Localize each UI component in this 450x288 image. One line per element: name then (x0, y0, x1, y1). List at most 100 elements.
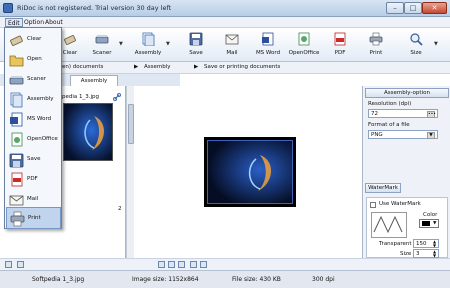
openoffice-icon (11, 132, 23, 147)
options-panel: Assembly-option Resolution (dpi) 72 ••• … (362, 86, 450, 258)
assembly-strip-label: Assembly (144, 64, 171, 70)
menu-bar: Edit Option About (0, 17, 450, 28)
eraser-icon (64, 35, 76, 45)
chevron-down-icon[interactable]: ▼ (166, 41, 170, 47)
assembly-icon (142, 32, 155, 46)
menu-item-save[interactable]: Save (6, 149, 61, 171)
watermark-header[interactable]: WaterMark (365, 183, 401, 193)
title-bar: RiDoc is not registered. Trial version 3… (0, 0, 450, 17)
zoom-in-icon[interactable] (190, 261, 197, 268)
arrow-right-icon: ▶ (134, 64, 139, 70)
printer-icon (369, 32, 383, 46)
first-page-icon[interactable] (5, 261, 12, 268)
bottom-toolbar (0, 258, 450, 270)
menu-item-pdf[interactable]: PDF (6, 169, 61, 191)
assembly-icon (10, 92, 23, 108)
color-picker[interactable]: ▼ (419, 219, 439, 228)
tab-assembly[interactable]: Assembly (70, 75, 118, 86)
status-bar: Softpedia 1_3.jpg Image size: 1152x864 F… (0, 270, 450, 288)
transparent-label: Transparent (379, 241, 412, 247)
thumbnail-page-number: 2 (118, 206, 122, 212)
save-icon (189, 32, 203, 46)
menu-item-scaner[interactable]: Scaner (6, 69, 61, 91)
use-watermark-label: Use WaterMark (379, 201, 421, 207)
size-label: Size (400, 251, 412, 257)
thumbnail-image[interactable] (63, 103, 113, 161)
spin-arrows-icon[interactable]: ▲ ▼ (433, 240, 436, 248)
status-filename: Softpedia 1_3.jpg (32, 276, 85, 283)
magnifier-icon (410, 33, 423, 46)
save-button[interactable]: Save (178, 30, 214, 60)
watermark-preview (371, 212, 407, 238)
minimize-button[interactable]: – (386, 2, 404, 14)
assembly-option-header: Assembly-option (365, 88, 449, 98)
menu-item-openoffice[interactable]: OpenOffice (6, 129, 61, 151)
size-stepper[interactable]: 3 ▲ ▼ (413, 249, 439, 258)
mail-icon (9, 195, 24, 206)
word-icon (10, 112, 23, 127)
eraser-icon (10, 35, 23, 46)
save-icon (9, 153, 24, 168)
ms-word-button[interactable]: MS Word (250, 30, 286, 60)
fit-width-icon[interactable] (168, 261, 175, 268)
resolution-label: Resolution (dpi) (368, 101, 412, 107)
thumbnail-scrollbar[interactable] (126, 86, 134, 258)
view-list-icon[interactable] (17, 261, 24, 268)
pdf-icon (11, 172, 23, 187)
menu-about[interactable]: About (43, 18, 65, 27)
spin-arrows-icon[interactable]: ▲ ▼ (433, 250, 436, 258)
mail-button[interactable]: Mail (214, 30, 250, 60)
scaner-button[interactable]: Scaner ▼ (84, 30, 123, 60)
word-icon (262, 32, 274, 46)
status-dpi: 300 dpi (312, 276, 335, 283)
chevron-down-icon[interactable]: ▼ (119, 41, 123, 47)
menu-item-open[interactable]: Open (6, 49, 61, 71)
scanner-icon (9, 76, 24, 85)
maximize-button[interactable]: □ (404, 2, 422, 14)
actual-size-icon[interactable] (178, 261, 185, 268)
menu-edit[interactable]: Edit (5, 18, 23, 27)
folder-open-icon (9, 55, 24, 67)
pdf-button[interactable]: PDF (322, 30, 358, 60)
section-strip: en) documents ▶ Assembly ▶ Save or print… (62, 62, 450, 74)
menu-item-assembly[interactable]: Assembly (6, 89, 61, 111)
chevron-down-icon[interactable]: ▼ (434, 41, 438, 47)
scanner-icon (95, 35, 109, 44)
more-button[interactable]: ••• (427, 111, 436, 118)
preview-area (134, 86, 362, 258)
format-label: Format of a file (368, 122, 410, 128)
fit-page-icon[interactable] (158, 261, 165, 268)
assembly-button[interactable]: Assembly ▼ (130, 30, 170, 60)
close-button[interactable]: ✕ (422, 2, 447, 14)
edit-dropdown-menu: Clear Open Scaner Assembly MS Word OpenO… (4, 27, 62, 229)
pdf-icon (334, 32, 346, 46)
menu-item-print[interactable]: Print (6, 207, 61, 229)
mail-icon (225, 34, 239, 45)
openoffice-icon (298, 32, 310, 46)
chevron-down-icon[interactable]: ▼ (427, 132, 435, 139)
size-button[interactable]: Size ▼ (398, 30, 438, 60)
color-label: Color (423, 212, 438, 218)
window-title: RiDoc is not registered. Trial version 3… (17, 4, 172, 12)
printer-icon (10, 211, 25, 227)
menu-item-clear[interactable]: Clear (6, 29, 61, 51)
format-select[interactable]: PNG ▼ (368, 130, 438, 139)
link-icon[interactable] (113, 93, 121, 101)
use-watermark-checkbox[interactable] (370, 202, 376, 208)
zoom-out-icon[interactable] (200, 261, 207, 268)
toolbar: Clear Scaner ▼ Assembly ▼ Save Mail MS W… (0, 28, 450, 62)
status-image-size: Image size: 1152x864 (132, 276, 199, 283)
preview-image[interactable] (207, 140, 293, 204)
transparent-stepper[interactable]: 150 ▲ ▼ (413, 239, 439, 248)
resolution-field[interactable]: 72 ••• (368, 109, 438, 118)
documents-label: en) documents (62, 64, 104, 70)
thumbnail-filename: pedia 1_3.jpg (62, 94, 100, 100)
save-print-label: Save or printing documents (204, 64, 281, 70)
print-button[interactable]: Print (358, 30, 394, 60)
openoffice-button[interactable]: OpenOffice (286, 30, 322, 60)
arrow-right-icon: ▶ (194, 64, 199, 70)
app-icon (3, 3, 13, 13)
status-file-size: File size: 430 KB (232, 276, 281, 283)
menu-item-ms-word[interactable]: MS Word (6, 109, 61, 131)
chevron-down-icon: ▼ (433, 221, 437, 226)
